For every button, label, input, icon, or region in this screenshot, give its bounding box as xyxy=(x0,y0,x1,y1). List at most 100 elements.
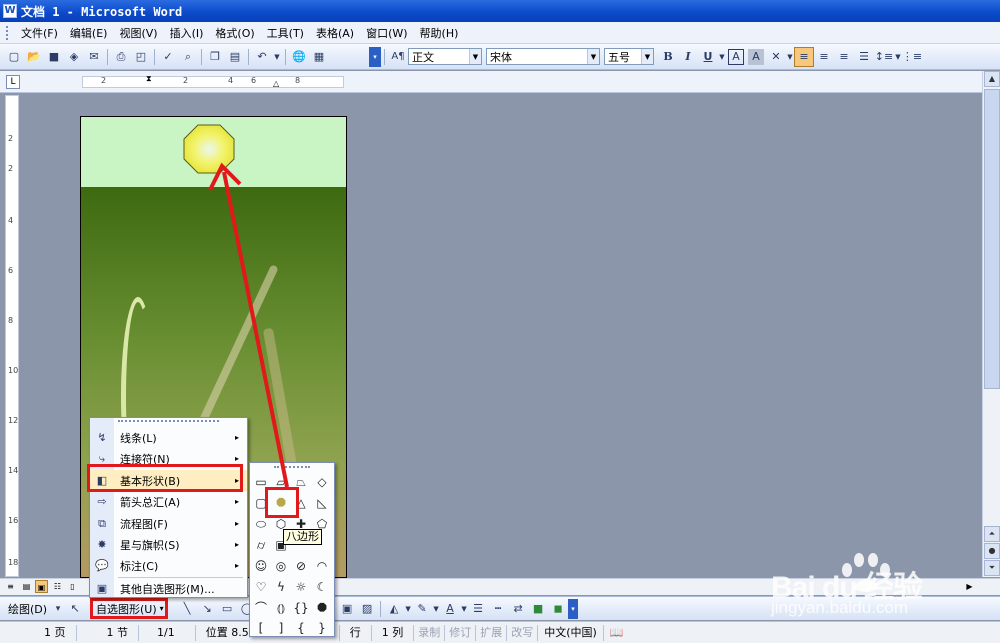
menu-tools[interactable]: 工具(T) xyxy=(261,25,310,41)
menu-item-flowchart[interactable]: ⧉ 流程图(F) ▸ xyxy=(90,513,247,534)
sun-shape-icon[interactable]: ☼ xyxy=(292,578,310,596)
donut-shape-icon[interactable]: ◎ xyxy=(272,557,290,575)
align-center-icon[interactable]: ≡ xyxy=(814,47,834,67)
print-icon[interactable]: ⎙ xyxy=(111,47,131,67)
block-arc-shape-icon[interactable]: ◠ xyxy=(313,557,331,575)
numbering-icon[interactable]: ⋮≡ xyxy=(902,47,922,67)
rectangle-tool-icon[interactable]: ▭ xyxy=(217,599,237,619)
style-combo[interactable]: 正文 ▼ xyxy=(408,48,482,65)
chevron-down-icon[interactable]: ▼ xyxy=(641,49,653,64)
text-effect-icon[interactable]: ✕ xyxy=(766,47,786,67)
smiley-face-shape-icon[interactable]: ☺ xyxy=(252,557,270,575)
undo-dropdown-icon[interactable]: ▼ xyxy=(272,47,282,67)
font-size-combo[interactable]: 五号 ▼ xyxy=(604,48,654,65)
arc-shape-icon[interactable]: ⌒ xyxy=(252,599,270,617)
fill-color-icon[interactable]: ◭ xyxy=(384,599,404,619)
underline-dropdown-icon[interactable]: ▼ xyxy=(718,47,726,67)
first-line-indent-marker[interactable]: ⧗ xyxy=(146,74,152,84)
table-icon[interactable]: ▦ xyxy=(309,47,329,67)
save-icon[interactable]: ■ xyxy=(44,47,64,67)
menu-help[interactable]: 帮助(H) xyxy=(414,25,465,41)
double-bracket-shape-icon[interactable]: ⦅⦆ xyxy=(272,599,290,617)
menu-item-stars-banners[interactable]: ✸ 星与旗帜(S) ▸ xyxy=(90,534,247,555)
menu-edit[interactable]: 编辑(E) xyxy=(64,25,114,41)
styles-icon[interactable]: A¶ xyxy=(388,47,408,67)
right-bracket-shape-icon[interactable]: ] xyxy=(272,619,290,637)
right-brace-shape-icon[interactable]: } xyxy=(313,619,331,637)
menu-grip[interactable] xyxy=(6,25,9,40)
plaque-shape-icon[interactable]: ⯃ xyxy=(313,599,331,617)
open-folder-icon[interactable]: 📂 xyxy=(24,47,44,67)
char-border-button[interactable]: A xyxy=(728,48,744,65)
print-layout-icon[interactable]: ▣ xyxy=(35,580,48,593)
diamond-shape-icon[interactable]: ◇ xyxy=(313,473,331,491)
reading-layout-icon[interactable]: ▯ xyxy=(66,580,79,593)
bold-button[interactable]: B xyxy=(658,47,678,67)
text-effect-dropdown-icon[interactable]: ▼ xyxy=(786,47,794,67)
web-layout-icon[interactable]: ▤ xyxy=(20,580,33,593)
menu-file[interactable]: 文件(F) xyxy=(15,25,64,41)
menu-grip[interactable] xyxy=(118,420,219,426)
italic-button[interactable]: I xyxy=(678,47,698,67)
menu-view[interactable]: 视图(V) xyxy=(113,25,163,41)
menu-table[interactable]: 表格(A) xyxy=(310,25,360,41)
shadow-style-icon[interactable]: ■ xyxy=(528,599,548,619)
menu-insert[interactable]: 插入(I) xyxy=(164,25,210,41)
menu-format[interactable]: 格式(O) xyxy=(209,25,260,41)
font-color-dropdown-icon[interactable]: ▼ xyxy=(460,599,468,619)
align-right-icon[interactable]: ≡ xyxy=(834,47,854,67)
chevron-down-icon[interactable]: ▼ xyxy=(469,49,481,64)
lightning-bolt-shape-icon[interactable]: ϟ xyxy=(272,578,290,596)
line-spacing-dropdown-icon[interactable]: ▼ xyxy=(894,47,902,67)
toolbar-options-icon[interactable]: ▾ xyxy=(369,46,381,67)
word-app-icon[interactable]: W xyxy=(3,4,17,18)
status-record[interactable]: 录制 xyxy=(414,624,446,641)
left-bracket-shape-icon[interactable]: [ xyxy=(252,619,270,637)
vertical-scrollbar[interactable]: ▲ ⏶ ● ⏷ xyxy=(982,71,1000,577)
align-left-icon[interactable]: ≡ xyxy=(794,46,814,67)
3d-style-icon[interactable]: ◼ xyxy=(548,599,568,619)
line-tool-icon[interactable]: ╲ xyxy=(177,599,197,619)
menu-window[interactable]: 窗口(W) xyxy=(360,25,413,41)
permission-icon[interactable]: ◈ xyxy=(64,47,84,67)
insert-image-icon[interactable]: ▨ xyxy=(357,599,377,619)
left-brace-shape-icon[interactable]: { xyxy=(292,619,310,637)
normal-view-icon[interactable]: ≡ xyxy=(4,580,17,593)
copy-icon[interactable]: ❐ xyxy=(205,47,225,67)
line-style-icon[interactable]: ☰ xyxy=(468,599,488,619)
research-icon[interactable]: ⌕ xyxy=(178,47,198,67)
menu-item-more-autoshapes[interactable]: ▣ 其他自选图形(M)... xyxy=(90,578,247,599)
fill-color-dropdown-icon[interactable]: ▼ xyxy=(404,599,412,619)
scroll-thumb[interactable] xyxy=(984,89,1000,389)
dash-style-icon[interactable]: ┅ xyxy=(488,599,508,619)
new-document-icon[interactable]: ▢ xyxy=(4,47,24,67)
arrow-style-icon[interactable]: ⇄ xyxy=(508,599,528,619)
line-color-icon[interactable]: ✎ xyxy=(412,599,432,619)
menu-item-block-arrows[interactable]: ⇨ 箭头总汇(A) ▸ xyxy=(90,491,247,512)
status-overtype[interactable]: 改写 xyxy=(507,624,539,641)
heart-shape-icon[interactable]: ♡ xyxy=(252,578,270,596)
print-preview-icon[interactable]: ◰ xyxy=(131,47,151,67)
draw-menu-button[interactable]: 绘图(D) xyxy=(4,601,51,617)
vertical-ruler[interactable]: 2 2 4 6 8 10 12 14 16 18 xyxy=(5,95,19,577)
palette-grip[interactable] xyxy=(274,466,310,471)
font-combo[interactable]: 宋体 ▼ xyxy=(486,48,600,65)
octagon-shape[interactable] xyxy=(183,124,235,174)
spelling-status-icon[interactable]: 📖 xyxy=(604,625,630,641)
paste-icon[interactable]: ▤ xyxy=(225,47,245,67)
line-color-dropdown-icon[interactable]: ▼ xyxy=(432,599,440,619)
outline-view-icon[interactable]: ☷ xyxy=(51,580,64,593)
menu-item-lines[interactable]: ↯ 线条(L) ▸ xyxy=(90,427,247,448)
hyperlink-icon[interactable]: 🌐 xyxy=(289,47,309,67)
underline-button[interactable]: U xyxy=(698,47,718,67)
menu-item-callouts[interactable]: 💬 标注(C) ▸ xyxy=(90,555,247,576)
toolbar-options-icon[interactable]: ▾ xyxy=(568,598,579,619)
no-symbol-shape-icon[interactable]: ⊘ xyxy=(292,557,310,575)
tab-selector-icon[interactable]: L xyxy=(6,75,20,89)
justify-icon[interactable]: ☰ xyxy=(854,47,874,67)
select-objects-icon[interactable]: ▾ xyxy=(51,599,65,619)
right-indent-marker[interactable]: △ xyxy=(273,79,279,88)
double-brace-shape-icon[interactable]: {} xyxy=(292,599,310,617)
chevron-down-icon[interactable]: ▼ xyxy=(587,49,599,64)
spelling-icon[interactable]: ✓ xyxy=(158,47,178,67)
